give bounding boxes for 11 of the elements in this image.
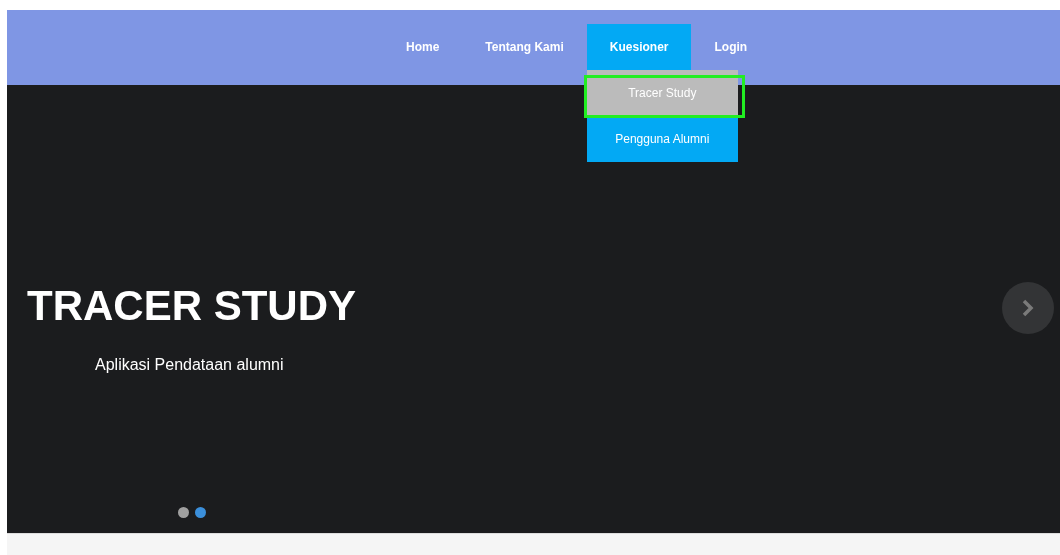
slide-dot[interactable] <box>178 507 189 518</box>
hero-subtitle: Aplikasi Pendataan alumni <box>95 356 285 374</box>
nav-link[interactable]: Home <box>383 24 463 70</box>
nav-link[interactable]: Kuesioner <box>586 24 692 70</box>
nav-link[interactable]: Tentang Kami <box>462 24 587 70</box>
nav-link[interactable]: Login <box>691 24 771 70</box>
slide-dot[interactable] <box>195 507 206 518</box>
next-slide-button[interactable] <box>1002 282 1054 334</box>
dropdown-item[interactable]: Tracer Study <box>586 70 738 116</box>
hero-title: TRACER STUDY <box>27 285 356 327</box>
chevron-right-icon <box>1022 299 1034 317</box>
